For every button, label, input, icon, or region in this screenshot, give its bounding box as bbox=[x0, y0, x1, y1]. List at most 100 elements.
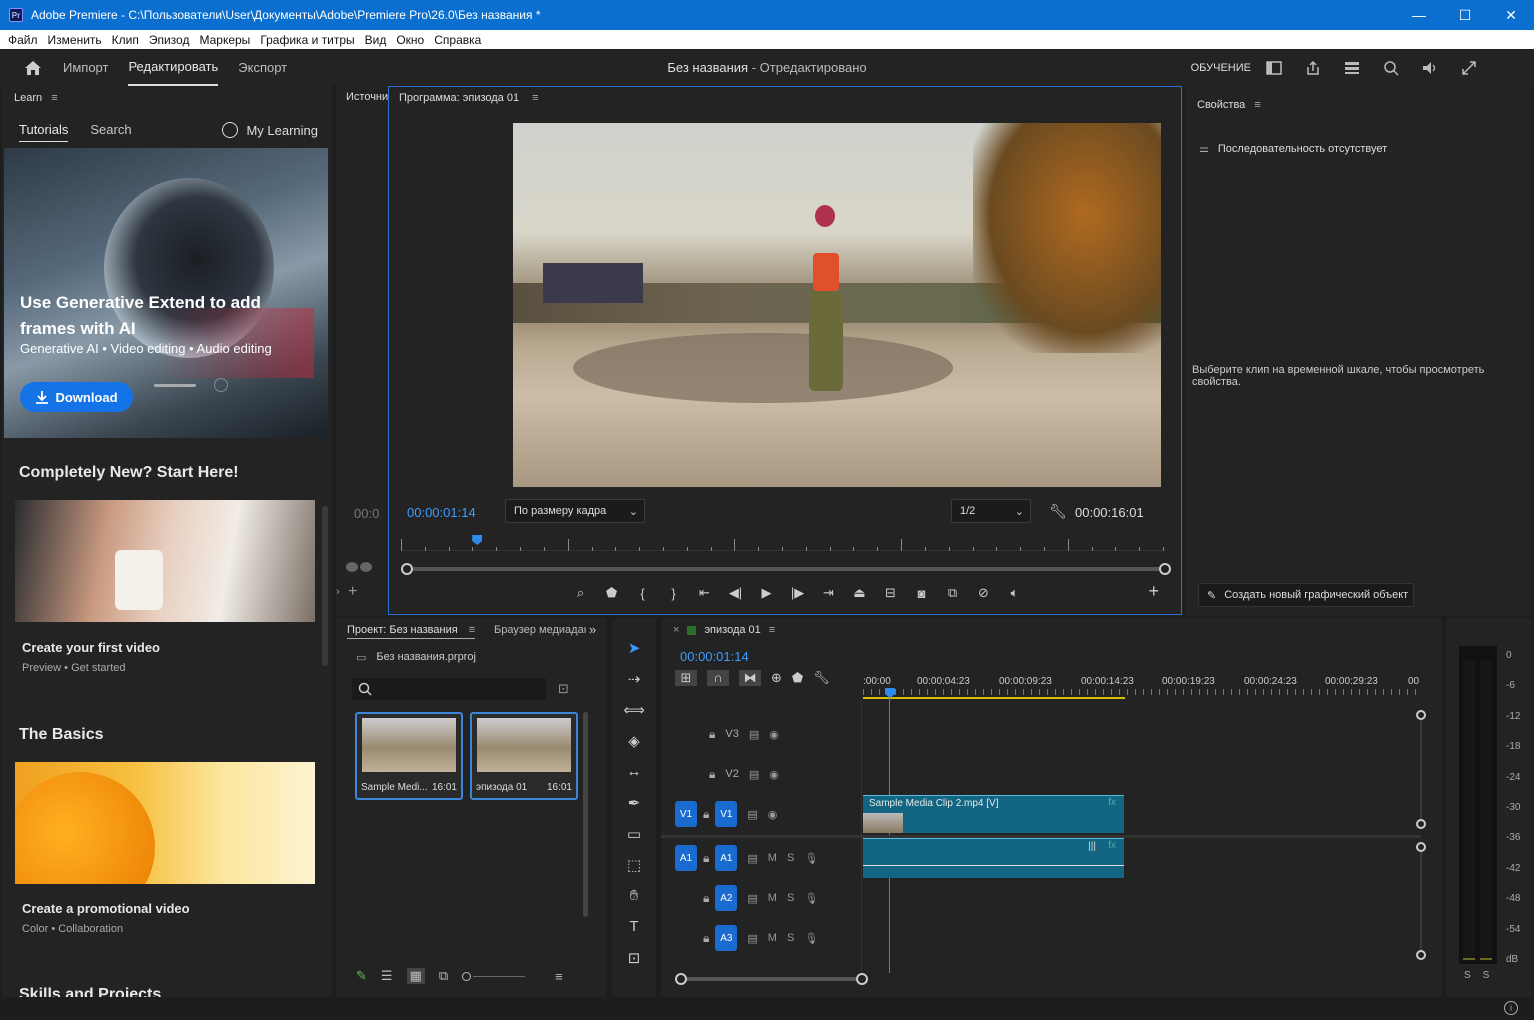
menu-clip[interactable]: Клип bbox=[112, 33, 139, 47]
extract-icon[interactable]: ⊟ bbox=[875, 585, 906, 601]
zoom-scrollbar[interactable] bbox=[401, 563, 1171, 575]
menu-edit[interactable]: Изменить bbox=[48, 33, 102, 47]
track-height-handles[interactable] bbox=[1416, 710, 1426, 960]
zoom-handle-left[interactable] bbox=[401, 563, 413, 575]
tab-search[interactable]: Search bbox=[90, 122, 131, 142]
video-clip[interactable]: Sample Media Clip 2.mp4 [V] fx bbox=[863, 795, 1124, 833]
source-add-icon[interactable]: + bbox=[348, 583, 357, 601]
step-forward-icon[interactable]: |▶ bbox=[782, 585, 813, 601]
tab-project[interactable]: Проект: Без названия ≡ bbox=[347, 624, 476, 639]
zoom-handle-right[interactable] bbox=[1159, 563, 1171, 575]
object-select-tool-icon[interactable]: ⬚ bbox=[612, 849, 656, 880]
step-back-icon[interactable]: ◀| bbox=[720, 585, 751, 601]
track-select-tool-icon[interactable]: ⇢ bbox=[612, 663, 656, 694]
meter-solo-left[interactable]: S bbox=[1464, 970, 1471, 981]
slip-tool-icon[interactable]: ↔ bbox=[612, 756, 656, 787]
menu-graphics[interactable]: Графика и титры bbox=[260, 33, 354, 47]
lock-icon[interactable]: 🔒︎ bbox=[703, 851, 709, 866]
pencil-icon[interactable]: ✎ bbox=[356, 968, 367, 984]
hand-tool-icon[interactable]: ✋︎ bbox=[612, 880, 656, 911]
rectangle-tool-icon[interactable]: ▭ bbox=[612, 818, 656, 849]
search-help-icon[interactable] bbox=[1381, 59, 1401, 77]
generative-extend-tool-icon[interactable]: ⊡ bbox=[612, 942, 656, 973]
snap-icon[interactable]: ∩ bbox=[707, 670, 729, 686]
project-item-clip[interactable]: Sample Medi... 16:01 bbox=[355, 712, 463, 800]
volume-icon[interactable] bbox=[1420, 59, 1440, 77]
carousel-indicator[interactable] bbox=[154, 384, 196, 387]
meter-solo-right[interactable]: S bbox=[1483, 970, 1490, 981]
menu-window[interactable]: Окно bbox=[396, 33, 424, 47]
vr-video-icon[interactable]: ⊘ bbox=[968, 585, 999, 601]
tab-import[interactable]: Импорт bbox=[63, 49, 108, 86]
thumbnail-size-slider[interactable] bbox=[462, 971, 526, 981]
tab-media-browser[interactable]: Браузер медиадан bbox=[494, 624, 586, 636]
info-icon[interactable]: i bbox=[1504, 1001, 1518, 1015]
program-timecode[interactable]: 00:00:01:14 bbox=[407, 505, 476, 520]
learn-scrollbar[interactable] bbox=[322, 506, 328, 666]
work-area-bar[interactable] bbox=[863, 697, 1125, 699]
tab-tutorials[interactable]: Tutorials bbox=[19, 122, 69, 142]
eye-icon[interactable]: ◉ bbox=[768, 808, 778, 821]
panel-menu-icon[interactable]: ≡ bbox=[769, 624, 775, 636]
sync-lock-icon[interactable]: ▤ bbox=[747, 892, 757, 905]
lock-icon[interactable]: 🔒︎ bbox=[703, 931, 709, 946]
list-view-icon[interactable]: ☰ bbox=[381, 968, 393, 984]
play-icon[interactable]: ▶ bbox=[751, 585, 782, 601]
mark-out-icon[interactable]: } bbox=[658, 586, 689, 601]
track-name-v1[interactable]: V1 bbox=[715, 801, 738, 827]
solo-button[interactable]: S bbox=[787, 932, 794, 944]
solo-button[interactable]: S bbox=[787, 852, 794, 864]
track-name-a2[interactable]: A2 bbox=[715, 885, 738, 911]
mute-button[interactable]: M bbox=[768, 852, 777, 864]
home-icon[interactable] bbox=[23, 59, 43, 77]
go-to-out-icon[interactable]: ⇥ bbox=[813, 585, 844, 601]
wrench-icon[interactable]: 🔧︎ bbox=[1049, 503, 1067, 520]
mute-button[interactable]: M bbox=[768, 932, 777, 944]
share-icon[interactable] bbox=[1303, 59, 1323, 77]
resolution-dropdown[interactable]: 1/2 ⌄ bbox=[951, 499, 1031, 523]
linked-selection-icon[interactable]: ⧓ bbox=[739, 670, 761, 686]
timeline-marker-icon[interactable]: ⬟ bbox=[792, 670, 803, 686]
sync-lock-icon[interactable]: ▤ bbox=[747, 932, 757, 945]
sync-lock-icon[interactable]: ▤ bbox=[749, 728, 759, 741]
eye-icon[interactable]: ◉ bbox=[769, 728, 779, 741]
sync-lock-icon[interactable]: ▤ bbox=[749, 768, 759, 781]
menu-view[interactable]: Вид bbox=[365, 33, 387, 47]
timeline-settings-icon[interactable]: 🔧︎ bbox=[813, 670, 830, 686]
learn-panel-header[interactable]: Learn ≡ bbox=[14, 92, 58, 104]
panel-menu-icon[interactable]: ≡ bbox=[469, 624, 475, 636]
marker-settings-icon[interactable]: ⌕ bbox=[565, 585, 596, 601]
tab-source[interactable]: Источни bbox=[346, 91, 388, 103]
menu-sequence[interactable]: Эпизод bbox=[149, 33, 190, 47]
source-chevron-icon[interactable]: › bbox=[336, 586, 340, 598]
source-patch-a1[interactable]: A1 bbox=[675, 845, 697, 871]
menu-markers[interactable]: Маркеры bbox=[199, 33, 250, 47]
audio-icon[interactable]: 🔈︎ bbox=[999, 585, 1030, 601]
my-learning-link[interactable]: My Learning bbox=[222, 122, 318, 138]
learning-workspace-label[interactable]: ОБУЧЕНИЕ bbox=[1191, 62, 1251, 74]
timeline-timecode[interactable]: 00:00:01:14 bbox=[680, 649, 749, 664]
close-tab-icon[interactable]: × bbox=[673, 624, 679, 636]
download-button[interactable]: Download bbox=[20, 382, 133, 412]
comparison-view-icon[interactable]: ⧉ bbox=[937, 585, 968, 601]
menu-file[interactable]: Файл bbox=[8, 33, 38, 47]
panel-menu-icon[interactable]: ≡ bbox=[51, 92, 57, 104]
panel-overflow-icon[interactable]: » bbox=[589, 622, 596, 637]
workspace-layout-icon[interactable] bbox=[1264, 59, 1284, 77]
sync-lock-icon[interactable]: ▤ bbox=[747, 852, 757, 865]
program-video-frame[interactable] bbox=[513, 123, 1161, 487]
close-button[interactable]: ✕ bbox=[1488, 0, 1534, 30]
sort-icon[interactable]: ≡ bbox=[555, 969, 563, 984]
tutorial-thumbnail-first-video[interactable] bbox=[15, 500, 315, 622]
mic-icon[interactable]: 🎙︎ bbox=[804, 892, 818, 905]
maximize-button[interactable]: ☐ bbox=[1442, 0, 1488, 30]
export-frame-icon[interactable]: ◙ bbox=[906, 586, 937, 601]
lock-icon[interactable]: 🔒︎ bbox=[709, 727, 715, 742]
solo-button[interactable]: S bbox=[787, 892, 794, 904]
minimize-button[interactable]: — bbox=[1396, 0, 1442, 30]
track-name-v2[interactable]: V2 bbox=[725, 768, 738, 780]
tab-edit[interactable]: Редактировать bbox=[128, 49, 219, 86]
new-bin-icon[interactable]: ⊡ bbox=[558, 681, 569, 697]
card-title-promo-video[interactable]: Create a promotional video bbox=[22, 901, 190, 916]
source-settings-icon[interactable] bbox=[346, 562, 372, 572]
